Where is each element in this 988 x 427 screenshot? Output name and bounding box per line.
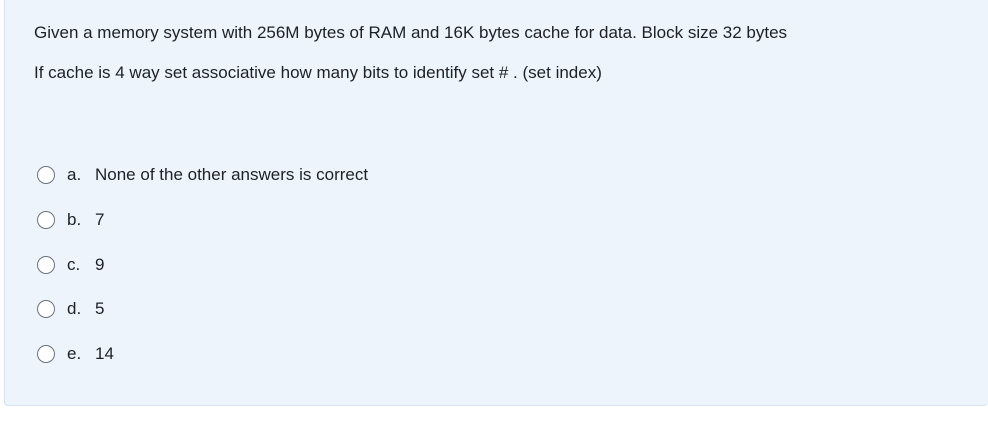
question-text-line-2: If cache is 4 way set associative how ma… bbox=[34, 63, 602, 82]
radio-button-c[interactable] bbox=[37, 256, 55, 274]
answer-option-e[interactable]: e. 14 bbox=[37, 341, 114, 367]
answer-letter-c: c. bbox=[67, 255, 81, 274]
radio-button-b[interactable] bbox=[37, 211, 55, 229]
answer-text-d: 5 bbox=[95, 299, 105, 318]
answer-text-a: None of the other answers is correct bbox=[95, 165, 369, 184]
answer-text-b: 7 bbox=[95, 210, 105, 229]
answer-option-b[interactable]: b. 7 bbox=[37, 207, 104, 233]
answer-letter-a: a. bbox=[67, 165, 82, 184]
answer-letter-b: b. bbox=[67, 210, 82, 229]
question-card: Given a memory system with 256M bytes of… bbox=[4, 0, 988, 406]
answer-letter-d: d. bbox=[67, 299, 82, 318]
answer-option-a[interactable]: a. None of the other answers is correct bbox=[37, 162, 368, 188]
radio-button-a[interactable] bbox=[37, 166, 55, 184]
answer-letter-e: e. bbox=[67, 344, 82, 363]
answer-text-c: 9 bbox=[95, 255, 105, 274]
answer-text-e: 14 bbox=[95, 344, 114, 363]
question-text-line-1: Given a memory system with 256M bytes of… bbox=[34, 23, 788, 42]
answer-option-c[interactable]: c. 9 bbox=[37, 252, 104, 278]
radio-button-d[interactable] bbox=[37, 300, 55, 318]
radio-button-e[interactable] bbox=[37, 345, 55, 363]
answer-option-d[interactable]: d. 5 bbox=[37, 296, 104, 322]
